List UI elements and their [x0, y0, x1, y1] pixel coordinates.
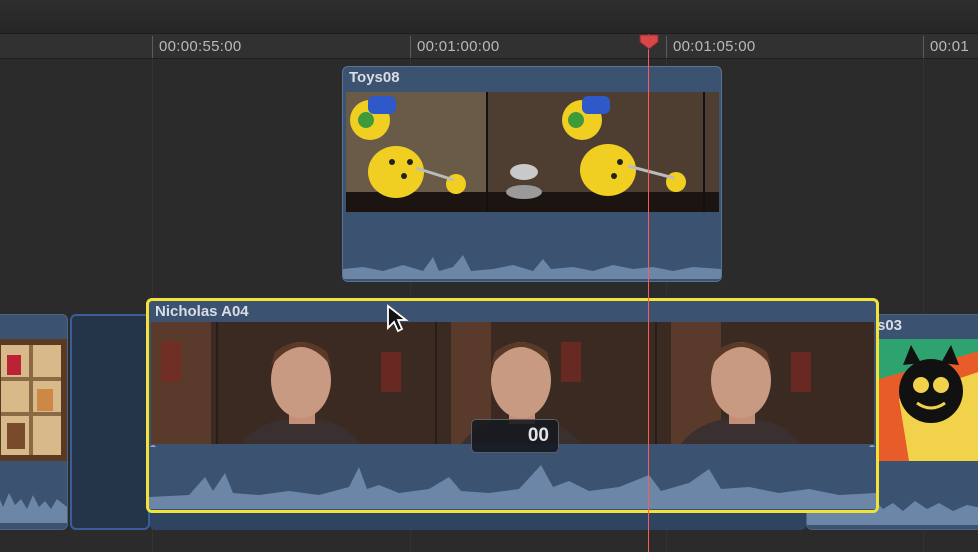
clip-filmstrip [346, 92, 719, 212]
timeline-toolbar [0, 0, 978, 34]
ruler-tick [666, 36, 667, 58]
shelf-thumbnail [0, 339, 67, 461]
ruler-tick [923, 36, 924, 58]
clip-filmstrip [0, 339, 67, 461]
clip-filmstrip [879, 339, 978, 461]
ruler-tick-label: 00:00:55:00 [159, 38, 242, 55]
toy-thumbnails [346, 92, 719, 212]
timeline-ruler[interactable]: 00:00:55:00 00:01:00:00 00:01:05:00 00:0… [0, 34, 978, 59]
gap-clip[interactable] [70, 314, 150, 530]
clip-audio-waveform [343, 231, 721, 281]
mouse-pointer-icon [387, 304, 409, 333]
playhead-marker-icon[interactable] [639, 34, 659, 50]
ruler-tick-label: 00:01:05:00 [673, 38, 756, 55]
clip-toys08[interactable]: Toys08 [342, 66, 722, 282]
clip-audio-waveform [0, 463, 67, 529]
timecode-overlay: 00 [471, 419, 559, 453]
clip-left-partial[interactable] [0, 314, 68, 530]
clip-title: Nicholas A04 [155, 303, 249, 320]
ruler-tick [152, 36, 153, 58]
playhead-line[interactable] [648, 34, 649, 552]
ruler-tick [410, 36, 411, 58]
clip-nicholas-a04[interactable]: Nicholas A04 [146, 298, 879, 513]
clip-title: s03 [877, 317, 903, 334]
ruler-tick-label: 00:01:00:00 [417, 38, 500, 55]
ruler-tick-label: 00:01 [930, 38, 970, 55]
clip-title: Toys08 [349, 69, 400, 86]
clip-audio-waveform [149, 447, 876, 510]
cat-toy-thumbnail [879, 339, 978, 461]
